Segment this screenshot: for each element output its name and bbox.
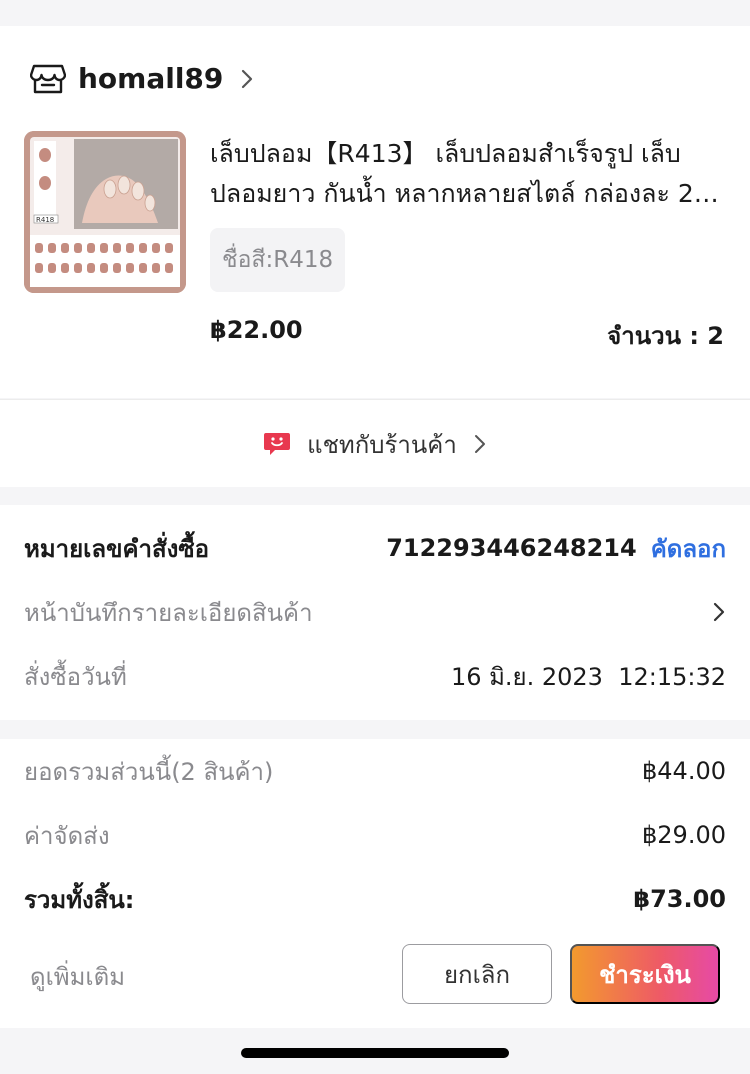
product-quantity: จำนวน : 2 [607, 322, 724, 350]
order-date-label: สั่งซื้อวันที่ [24, 662, 127, 691]
product-detail-label: หน้าบันทึกรายละเอียดสินค้า [24, 598, 313, 627]
chevron-right-icon [712, 601, 726, 623]
shop-name[interactable]: homall89 [78, 62, 223, 95]
order-info-card: หมายเลขคำสั่งซื้อ 712293446248214 คัดลอก… [0, 505, 750, 720]
order-number-row: หมายเลขคำสั่งซื้อ 712293446248214 คัดลอก [24, 528, 726, 568]
grand-total-label: รวมทั้งสิ้น: [24, 885, 135, 914]
subtotal-label: ยอดรวมส่วนนี้(2 สินค้า) [24, 757, 274, 786]
order-date-row: สั่งซื้อวันที่ 16 มิ.ย. 2023 12:15:32 [24, 656, 726, 696]
see-more-link[interactable]: ดูเพิ่มเติม [30, 957, 125, 996]
shop-header[interactable]: homall89 [30, 62, 261, 95]
grand-total-row: รวมทั้งสิ้น: ฿73.00 [24, 879, 726, 919]
product-title[interactable]: เล็บปลอม【R413】 เล็บปลอมสำเร็จรูป เล็บปลอ… [210, 134, 730, 214]
thumb-tag: R418 [36, 216, 54, 224]
order-detail-page: homall89 R418 เล็บปลอม【R413】 เล็บปลอมสำเ… [0, 0, 750, 1074]
subtotal-value: ฿44.00 [642, 757, 726, 785]
totals-card: ยอดรวมส่วนนี้(2 สินค้า) ฿44.00 ค่าจัดส่ง… [0, 739, 750, 1028]
order-number-value: 712293446248214 [386, 534, 637, 562]
pay-button[interactable]: ชำระเงิน [570, 944, 720, 1004]
product-thumbnail[interactable]: R418 [24, 131, 186, 293]
shipping-row: ค่าจัดส่ง ฿29.00 [24, 815, 726, 855]
subtotal-row: ยอดรวมส่วนนี้(2 สินค้า) ฿44.00 [24, 751, 726, 791]
copy-button[interactable]: คัดลอก [651, 529, 726, 568]
grand-total-value: ฿73.00 [633, 885, 726, 913]
order-number-label: หมายเลขคำสั่งซื้อ [24, 534, 210, 563]
chat-with-shop-row[interactable]: แชทกับร้านค้า [0, 399, 750, 487]
order-date-value: 16 มิ.ย. 2023 12:15:32 [450, 662, 726, 691]
shipping-value: ฿29.00 [642, 821, 726, 849]
chat-label: แชทกับร้านค้า [307, 430, 457, 459]
chevron-right-icon [241, 68, 261, 90]
product-price: ฿22.00 [210, 316, 303, 344]
chevron-right-icon [473, 434, 487, 454]
cancel-button[interactable]: ยกเลิก [402, 944, 552, 1004]
shop-product-card: homall89 R418 เล็บปลอม【R413】 เล็บปลอมสำเ… [0, 26, 750, 398]
variant-chip: ชื่อสี:R418 [210, 228, 346, 292]
chat-smile-icon [263, 431, 291, 457]
product-detail-row[interactable]: หน้าบันทึกรายละเอียดสินค้า [24, 592, 726, 632]
shipping-label: ค่าจัดส่ง [24, 821, 110, 850]
store-icon [30, 63, 66, 95]
home-indicator[interactable] [241, 1048, 509, 1058]
